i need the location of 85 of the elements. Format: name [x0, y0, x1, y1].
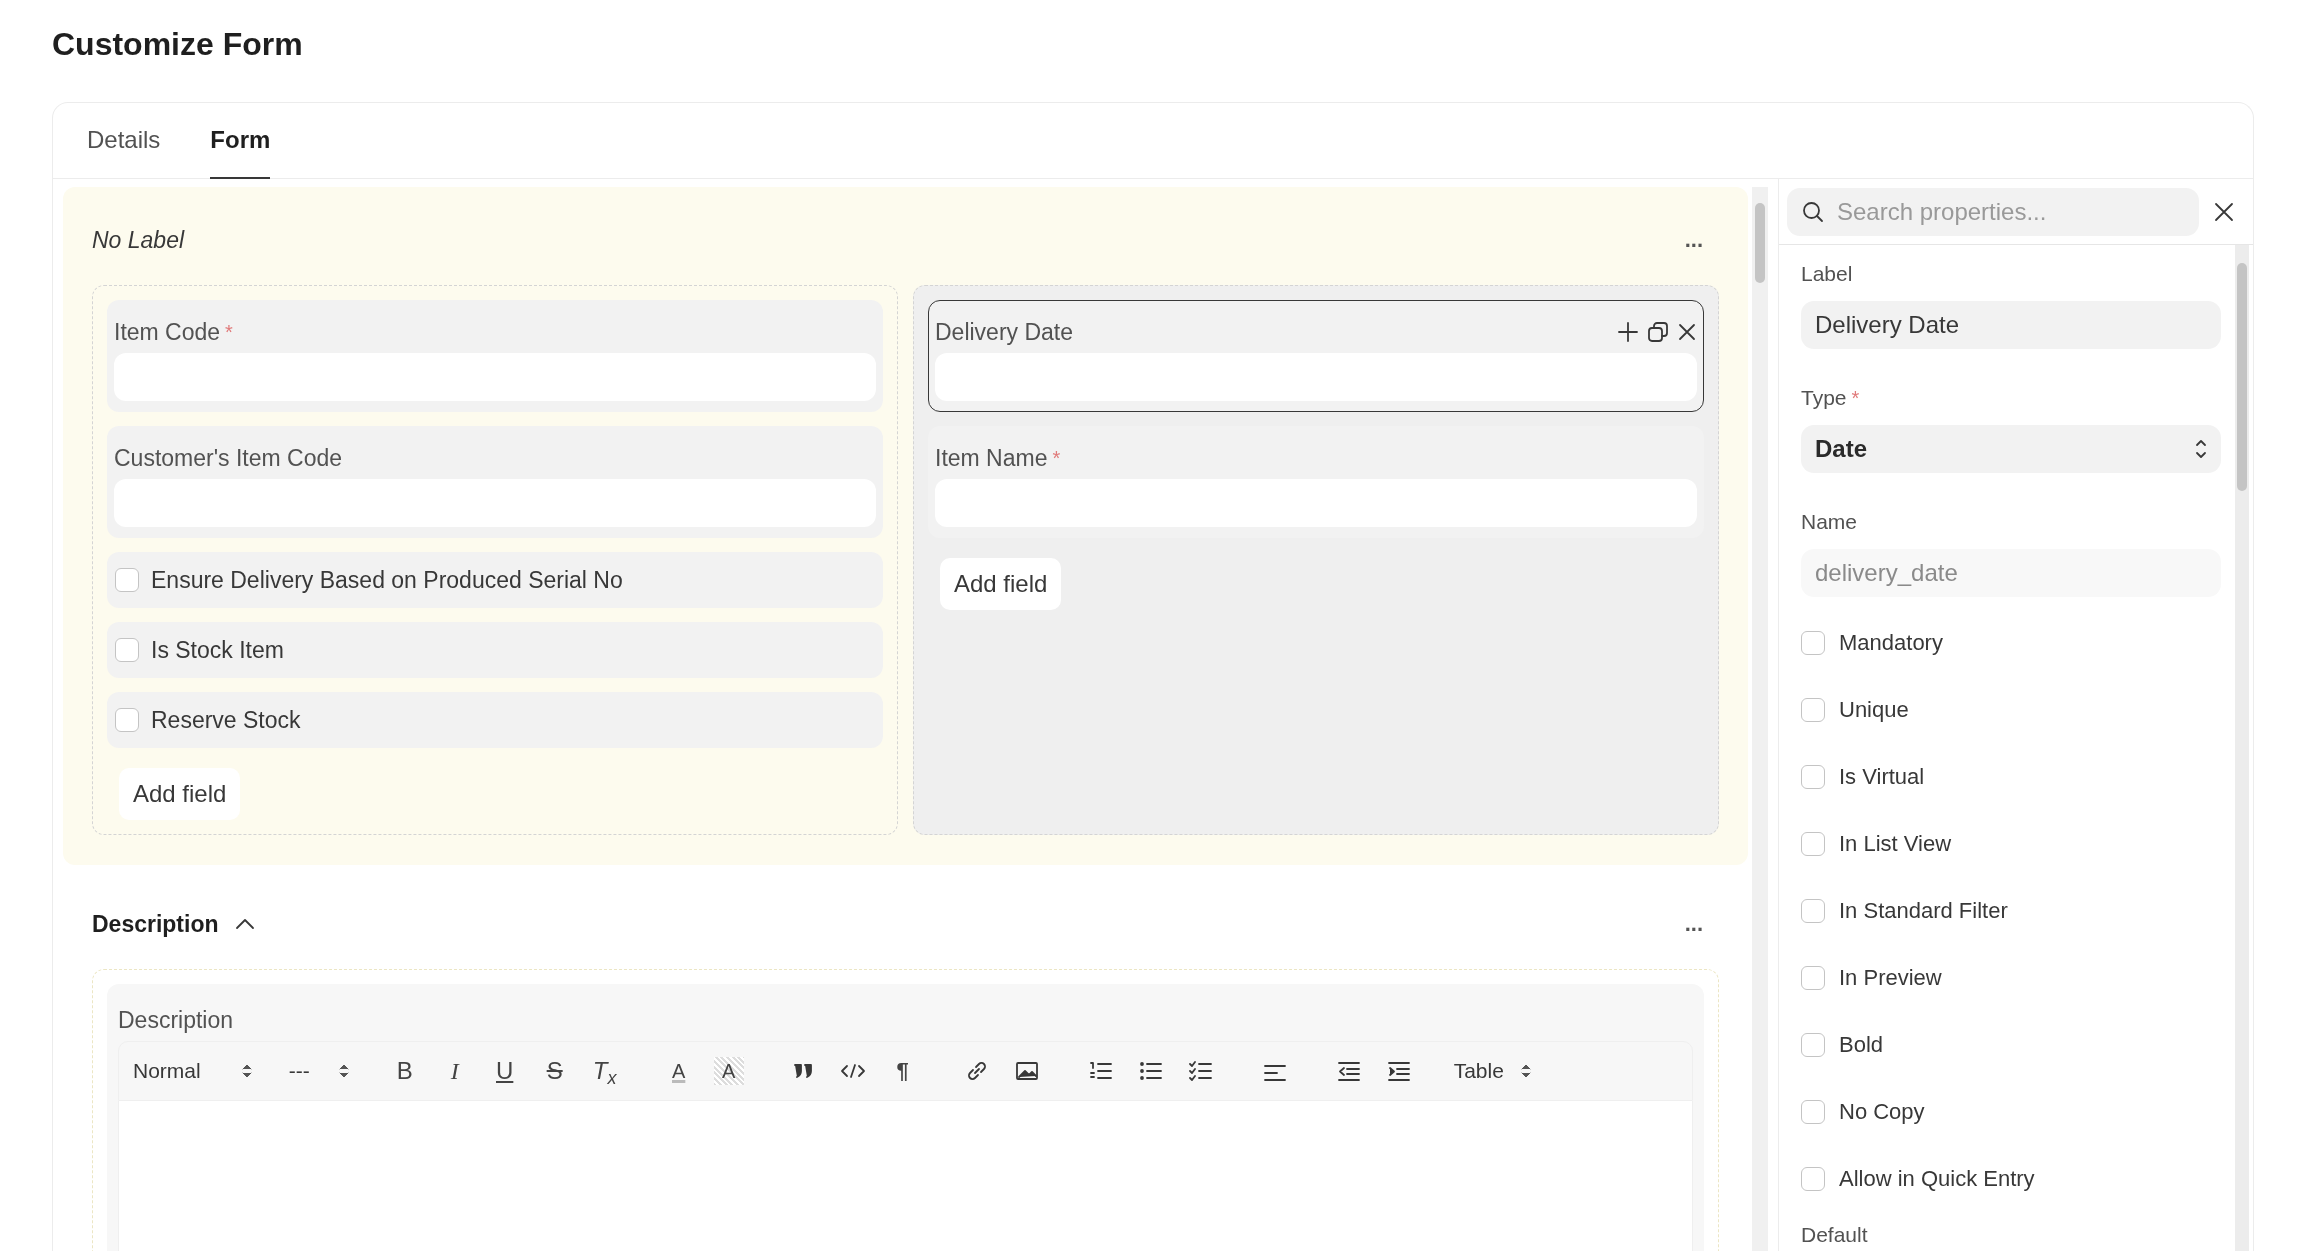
underline-button[interactable]: U — [481, 1057, 528, 1085]
field-card[interactable]: Delivery Date — [928, 300, 1704, 412]
field-label: Delivery Date — [935, 317, 1074, 347]
checkbox[interactable] — [1801, 1032, 1825, 1057]
more-button[interactable]: ... — [1678, 914, 1709, 934]
check-list-icon[interactable] — [1188, 1060, 1213, 1082]
strike-button[interactable]: S — [531, 1057, 578, 1085]
add-field-button[interactable]: Add field — [119, 768, 241, 820]
checkbox-label: In Preview — [1839, 964, 1942, 992]
checkbox[interactable] — [115, 708, 139, 732]
quote-icon[interactable] — [791, 1061, 814, 1081]
add-field-button[interactable]: Add field — [940, 558, 1062, 610]
section-label: No Label — [92, 225, 185, 255]
checkbox-label: No Copy — [1839, 1098, 1925, 1126]
text-color-button[interactable]: A — [655, 1057, 702, 1085]
checkbox[interactable] — [1801, 831, 1825, 856]
field-label: Ensure Delivery Based on Produced Serial No — [151, 565, 623, 595]
checkbox-label: Is Virtual — [1839, 763, 1925, 791]
scrollbar[interactable] — [2235, 245, 2249, 1251]
add-icon[interactable] — [1617, 321, 1639, 343]
field-card[interactable]: Description Normal --- B I U S T$_{x}$ A A ¶ Table — [107, 984, 1704, 1251]
input-field[interactable]: Delivery Date — [1801, 301, 2221, 349]
outdent-icon[interactable] — [1336, 1060, 1361, 1082]
page-title: Customize Form — [52, 25, 304, 64]
required-asterisk: * — [1851, 386, 1860, 411]
field-card[interactable]: Customer's Item Code — [107, 426, 883, 538]
search-icon — [1801, 199, 1825, 224]
field-label: Item Code — [114, 317, 221, 347]
more-button[interactable]: ... — [1678, 230, 1709, 250]
required-asterisk: * — [1052, 446, 1061, 471]
text-direction-button[interactable]: ¶ — [879, 1057, 926, 1085]
italic-button[interactable]: I — [431, 1057, 478, 1085]
code-icon[interactable] — [839, 1062, 866, 1080]
checkbox[interactable] — [1801, 1166, 1825, 1191]
checkbox-label: Unique — [1839, 696, 1909, 724]
tab[interactable]: Form — [210, 103, 271, 179]
image-icon[interactable] — [1014, 1061, 1039, 1081]
search-field[interactable]: Search properties... — [1787, 187, 2199, 236]
checkbox[interactable] — [1801, 898, 1825, 923]
scrollbar[interactable] — [1752, 187, 1768, 1251]
checkbox-label: Mandatory — [1839, 629, 1943, 657]
sort-arrows-icon — [1519, 1062, 1532, 1080]
ordered-list-icon[interactable] — [1088, 1060, 1113, 1082]
bullet-list-icon[interactable] — [1138, 1060, 1163, 1082]
size-select[interactable]: --- — [284, 1055, 354, 1087]
sort-arrows-icon — [240, 1062, 253, 1080]
field-label: Reserve Stock — [151, 705, 301, 735]
type-select[interactable]: Date — [1801, 425, 2221, 473]
duplicate-icon[interactable] — [1647, 321, 1669, 343]
checkbox[interactable] — [1801, 1099, 1825, 1124]
tab[interactable]: Details — [87, 103, 161, 179]
checkbox-field[interactable]: Is Stock Item — [107, 622, 883, 678]
field-label: Customer's Item Code — [114, 443, 343, 473]
highlight-button[interactable]: A — [713, 1057, 744, 1085]
sort-arrows-icon — [2195, 438, 2207, 460]
checkbox[interactable] — [1801, 630, 1825, 655]
checkbox[interactable] — [1801, 697, 1825, 722]
chevron-up-icon[interactable] — [234, 918, 255, 930]
section-label: Description — [92, 909, 219, 939]
clear-format-button[interactable]: T$_{x}$ — [581, 1057, 628, 1085]
checkbox[interactable] — [1801, 965, 1825, 990]
close-icon[interactable] — [1677, 322, 1697, 342]
checkbox-label: In Standard Filter — [1839, 897, 2008, 925]
checkbox[interactable] — [115, 568, 139, 592]
field-card[interactable]: Item Code * — [107, 300, 883, 412]
field-label: Item Name — [935, 443, 1048, 473]
checkbox-label: In List View — [1839, 830, 1952, 858]
checkbox[interactable] — [1801, 764, 1825, 789]
header-select[interactable]: Normal — [129, 1055, 257, 1087]
indent-icon[interactable] — [1386, 1060, 1411, 1082]
property-label: Type — [1801, 385, 1847, 411]
checkbox[interactable] — [115, 638, 139, 662]
bold-button[interactable]: B — [381, 1057, 428, 1085]
required-asterisk: * — [225, 320, 233, 345]
property-label: Name — [1801, 509, 1858, 535]
property-label: Default — [1801, 1222, 1869, 1248]
checkbox-label: Allow in Quick Entry — [1839, 1165, 2035, 1193]
sort-arrows-icon — [337, 1062, 350, 1080]
field-label: Is Stock Item — [151, 635, 284, 665]
field-label: Description — [118, 1005, 234, 1035]
checkbox-label: Bold — [1839, 1031, 1884, 1059]
checkbox-field[interactable]: Ensure Delivery Based on Produced Serial No — [107, 552, 883, 608]
table-select[interactable]: Table — [1449, 1055, 1536, 1087]
checkbox-field[interactable]: Reserve Stock — [107, 692, 883, 748]
property-label: Label — [1801, 261, 1853, 287]
